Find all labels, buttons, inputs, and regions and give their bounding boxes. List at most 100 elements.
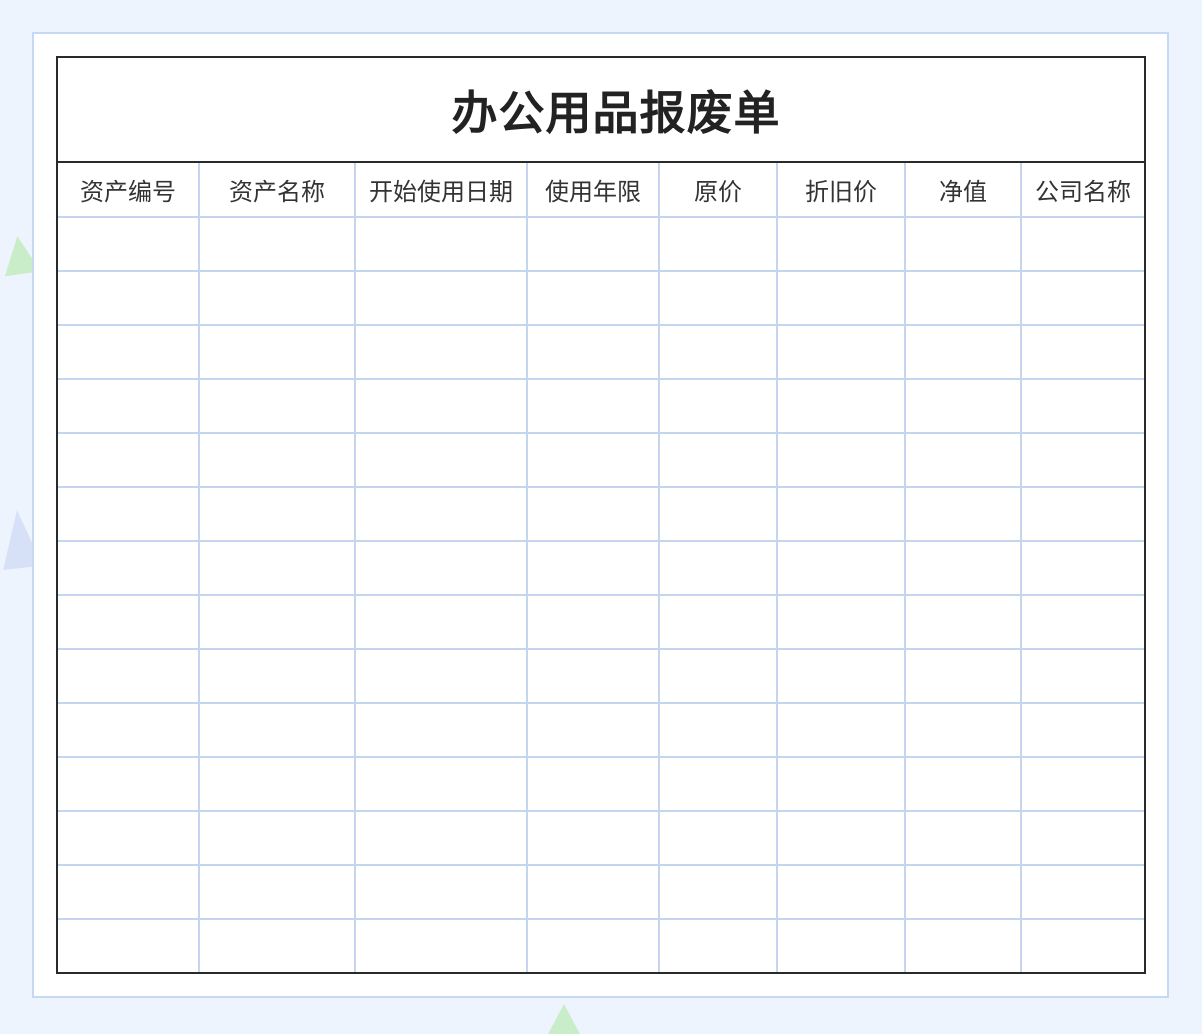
table-cell[interactable] [905,325,1022,380]
table-cell[interactable] [58,649,200,704]
table-cell[interactable] [777,757,906,812]
table-cell[interactable] [1021,649,1144,704]
table-cell[interactable] [659,703,778,758]
table-cell[interactable] [1021,811,1144,866]
table-cell[interactable] [199,271,356,326]
table-cell[interactable] [199,703,356,758]
table-cell[interactable] [777,703,906,758]
table-cell[interactable] [527,433,660,488]
table-cell[interactable] [777,649,906,704]
table-cell[interactable] [355,595,528,650]
table-cell[interactable] [777,325,906,380]
table-cell[interactable] [659,649,778,704]
table-cell[interactable] [527,487,660,542]
table-cell[interactable] [1021,217,1144,272]
table-cell[interactable] [199,487,356,542]
table-cell[interactable] [527,379,660,434]
table-cell[interactable] [1021,433,1144,488]
table-cell[interactable] [1021,325,1144,380]
table-cell[interactable] [527,919,660,972]
table-cell[interactable] [1021,595,1144,650]
table-cell[interactable] [1021,757,1144,812]
table-cell[interactable] [58,271,200,326]
table-cell[interactable] [355,217,528,272]
table-cell[interactable] [905,703,1022,758]
table-cell[interactable] [355,811,528,866]
table-cell[interactable] [1021,919,1144,972]
table-cell[interactable] [199,649,356,704]
table-cell[interactable] [199,811,356,866]
table-cell[interactable] [58,433,200,488]
table-cell[interactable] [527,703,660,758]
table-cell[interactable] [199,379,356,434]
table-cell[interactable] [905,649,1022,704]
table-cell[interactable] [1021,703,1144,758]
table-cell[interactable] [659,433,778,488]
table-cell[interactable] [777,487,906,542]
table-cell[interactable] [777,433,906,488]
table-cell[interactable] [58,217,200,272]
table-cell[interactable] [659,811,778,866]
table-cell[interactable] [527,217,660,272]
table-cell[interactable] [527,595,660,650]
table-cell[interactable] [58,379,200,434]
table-cell[interactable] [199,865,356,920]
table-cell[interactable] [527,757,660,812]
table-cell[interactable] [58,811,200,866]
table-cell[interactable] [777,919,906,972]
table-cell[interactable] [777,865,906,920]
table-cell[interactable] [58,919,200,972]
table-cell[interactable] [659,919,778,972]
table-cell[interactable] [199,757,356,812]
table-cell[interactable] [199,919,356,972]
table-cell[interactable] [659,325,778,380]
table-cell[interactable] [905,379,1022,434]
table-cell[interactable] [355,379,528,434]
table-cell[interactable] [659,865,778,920]
table-cell[interactable] [905,919,1022,972]
table-cell[interactable] [527,649,660,704]
table-cell[interactable] [777,541,906,596]
table-cell[interactable] [199,217,356,272]
table-cell[interactable] [527,271,660,326]
table-cell[interactable] [58,595,200,650]
table-cell[interactable] [355,703,528,758]
table-cell[interactable] [199,433,356,488]
table-cell[interactable] [58,325,200,380]
table-cell[interactable] [199,595,356,650]
table-cell[interactable] [58,487,200,542]
table-cell[interactable] [58,865,200,920]
table-cell[interactable] [659,217,778,272]
table-cell[interactable] [777,379,906,434]
table-cell[interactable] [58,757,200,812]
table-cell[interactable] [1021,379,1144,434]
table-cell[interactable] [905,541,1022,596]
table-cell[interactable] [659,595,778,650]
table-cell[interactable] [355,271,528,326]
table-cell[interactable] [58,703,200,758]
table-cell[interactable] [905,811,1022,866]
table-cell[interactable] [905,217,1022,272]
table-cell[interactable] [1021,271,1144,326]
table-cell[interactable] [527,325,660,380]
table-cell[interactable] [905,271,1022,326]
table-cell[interactable] [905,433,1022,488]
table-cell[interactable] [527,811,660,866]
table-cell[interactable] [659,271,778,326]
table-cell[interactable] [199,541,356,596]
table-cell[interactable] [527,865,660,920]
table-cell[interactable] [1021,865,1144,920]
table-cell[interactable] [527,541,660,596]
table-cell[interactable] [1021,487,1144,542]
table-cell[interactable] [777,271,906,326]
table-cell[interactable] [905,757,1022,812]
table-cell[interactable] [905,865,1022,920]
table-cell[interactable] [199,325,356,380]
table-cell[interactable] [355,649,528,704]
table-cell[interactable] [355,325,528,380]
table-cell[interactable] [659,487,778,542]
table-cell[interactable] [355,541,528,596]
table-cell[interactable] [659,541,778,596]
table-cell[interactable] [58,541,200,596]
table-cell[interactable] [659,379,778,434]
